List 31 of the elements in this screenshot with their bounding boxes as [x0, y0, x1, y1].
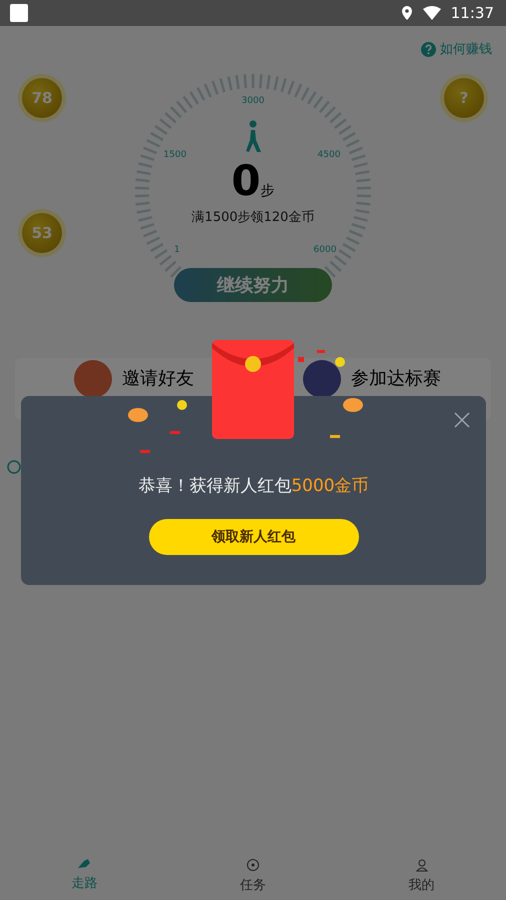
coin-bubble[interactable]: 78: [22, 78, 62, 118]
clock-time: 11:37: [450, 4, 494, 22]
nav-tab[interactable]: 任务: [168, 848, 338, 900]
walking-person-icon: [244, 120, 262, 154]
coin-bubble[interactable]: ?: [444, 78, 484, 118]
nav-tab[interactable]: 我的: [337, 848, 506, 900]
card-label[interactable]: 邀请好友: [122, 369, 194, 389]
gauge-tick-label: 4500: [318, 150, 340, 160]
help-link[interactable]: 如何赚钱: [421, 40, 492, 58]
card-label[interactable]: 参加达标赛: [351, 369, 441, 389]
reward-message: 恭喜！获得新人红包5000金币: [138, 475, 369, 497]
notification-icon: [10, 4, 28, 22]
step-count: 0: [231, 160, 261, 202]
gauge-tick-label: 6000: [314, 245, 336, 255]
step-unit: 步: [260, 182, 275, 200]
goal-text: 满1500步领120金币: [192, 209, 314, 226]
coin-icon: [246, 858, 260, 872]
keep-going-button[interactable]: 继续努力: [174, 268, 332, 302]
help-icon: [421, 42, 436, 56]
location-icon: [400, 6, 413, 20]
nav-tab[interactable]: 走路: [0, 848, 169, 900]
claim-button[interactable]: 领取新人红包: [148, 519, 358, 555]
coin-bubble[interactable]: 53: [22, 213, 62, 253]
gauge-tick-label: 1500: [164, 150, 186, 160]
close-button[interactable]: [452, 410, 472, 430]
wifi-icon: [422, 6, 441, 20]
user-icon: [414, 858, 429, 872]
gauge-tick-label: 1: [174, 245, 180, 255]
help-icon: [7, 460, 21, 474]
shoe-icon: [76, 858, 92, 870]
gauge-tick-label: 3000: [242, 96, 264, 106]
